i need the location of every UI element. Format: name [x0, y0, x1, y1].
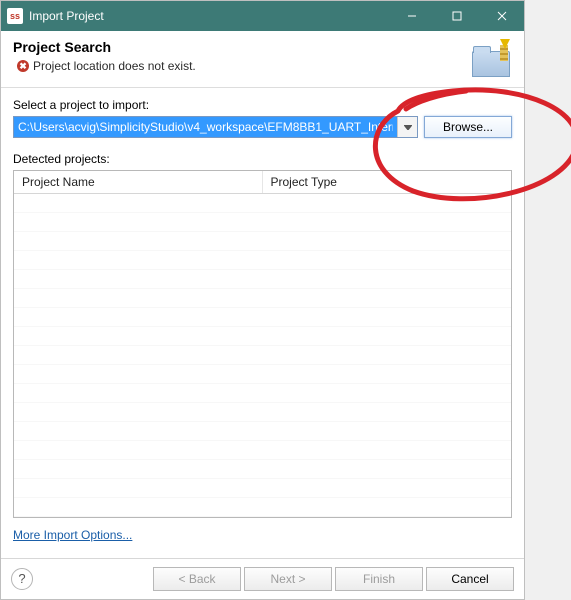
- app-icon: ss: [7, 8, 23, 24]
- back-button[interactable]: < Back: [153, 567, 241, 591]
- page-title: Project Search: [13, 39, 462, 55]
- path-dropdown-button[interactable]: [397, 117, 417, 137]
- more-import-options-link[interactable]: More Import Options...: [13, 528, 512, 548]
- detected-label: Detected projects:: [13, 152, 512, 166]
- import-project-dialog: ss Import Project Project Search ✖ Proje…: [0, 0, 525, 600]
- column-project-name[interactable]: Project Name: [14, 171, 263, 193]
- table-header: Project Name Project Type: [14, 171, 511, 194]
- help-button[interactable]: ?: [11, 568, 33, 590]
- maximize-button[interactable]: [434, 1, 479, 31]
- path-label: Select a project to import:: [13, 98, 512, 112]
- column-project-type[interactable]: Project Type: [263, 171, 512, 193]
- wizard-header: Project Search ✖ Project location does n…: [1, 31, 524, 88]
- maximize-icon: [452, 11, 462, 21]
- project-path-combo[interactable]: [13, 116, 418, 138]
- close-button[interactable]: [479, 1, 524, 31]
- window-title: Import Project: [29, 9, 389, 23]
- table-body-empty: [14, 194, 511, 517]
- import-wizard-icon: [468, 39, 512, 77]
- titlebar: ss Import Project: [1, 1, 524, 31]
- error-icon: ✖: [17, 60, 29, 72]
- error-message: Project location does not exist.: [33, 59, 196, 73]
- minimize-button[interactable]: [389, 1, 434, 31]
- minimize-icon: [407, 11, 417, 21]
- cancel-button[interactable]: Cancel: [426, 567, 514, 591]
- finish-button[interactable]: Finish: [335, 567, 423, 591]
- dialog-footer: ? < Back Next > Finish Cancel: [1, 558, 524, 599]
- project-path-input[interactable]: [14, 117, 397, 137]
- browse-button[interactable]: Browse...: [424, 116, 512, 138]
- chevron-down-icon: [404, 125, 412, 130]
- next-button[interactable]: Next >: [244, 567, 332, 591]
- dialog-body: Select a project to import: Browse... De…: [1, 88, 524, 558]
- close-icon: [497, 11, 507, 21]
- detected-projects-table[interactable]: Project Name Project Type: [13, 170, 512, 518]
